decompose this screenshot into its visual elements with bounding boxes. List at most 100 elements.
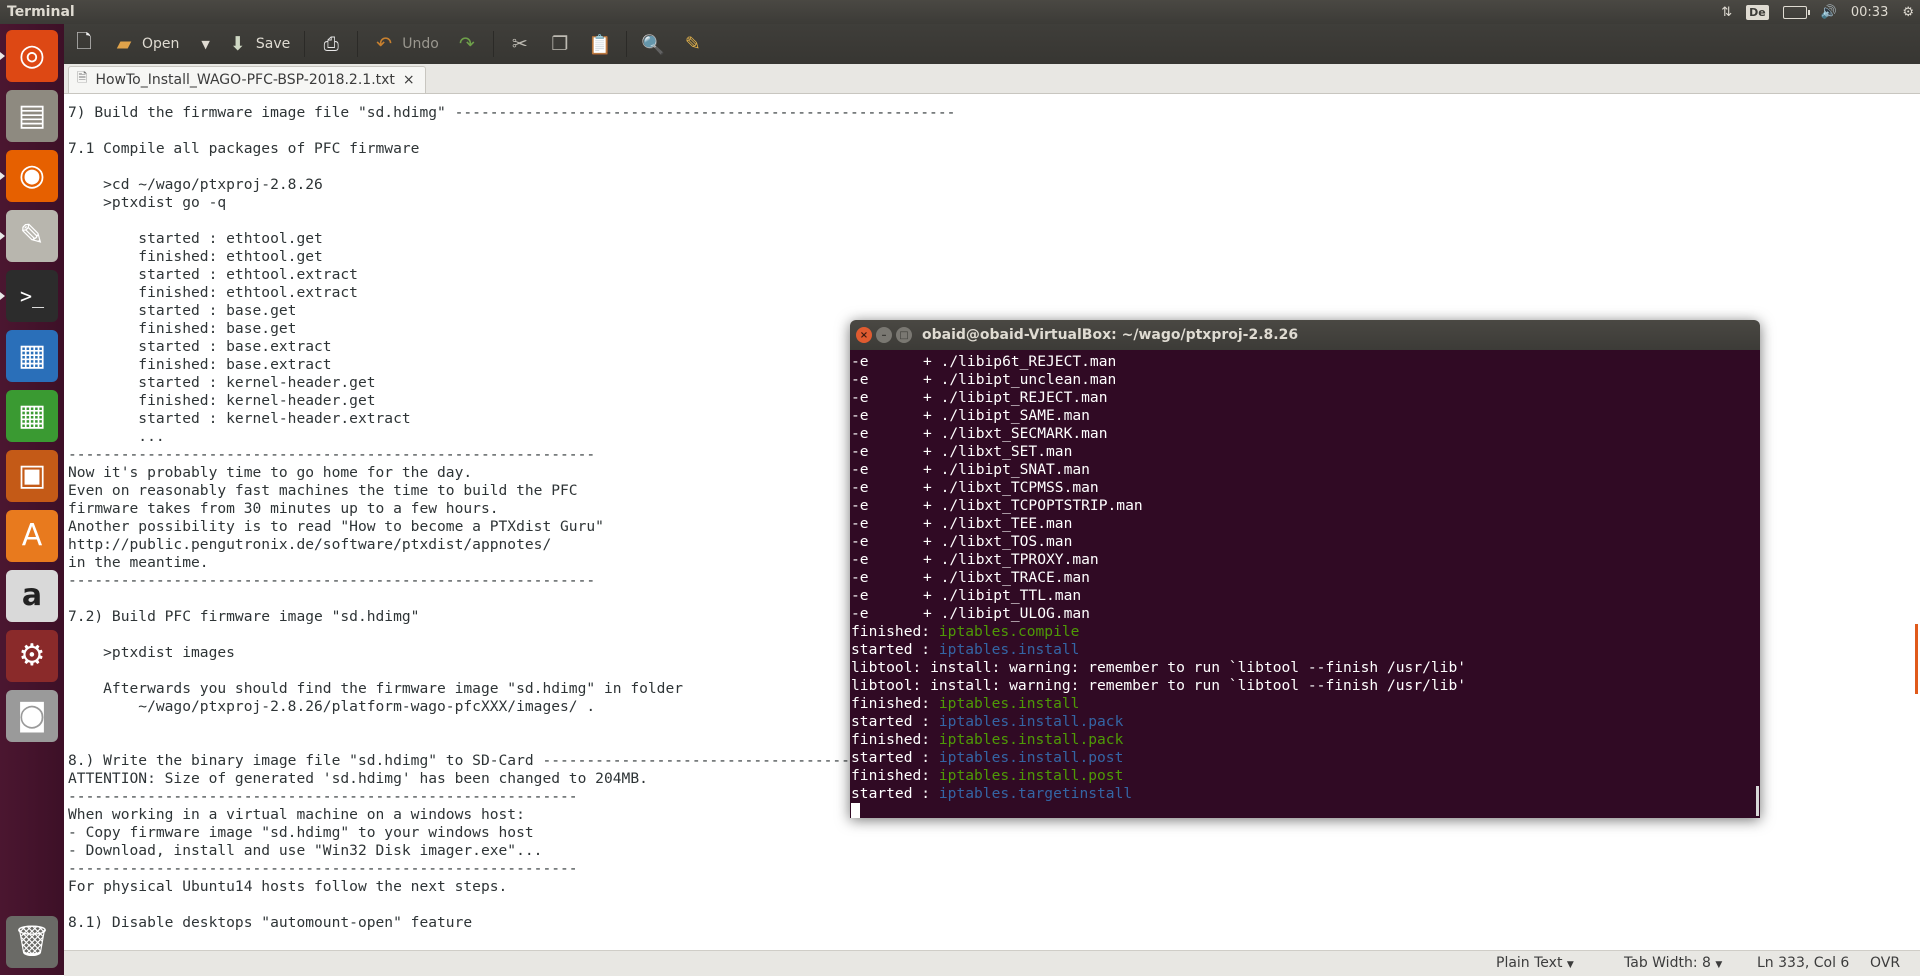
text-editor-icon[interactable]: ✎	[6, 210, 58, 262]
close-icon[interactable]: ×	[856, 327, 872, 343]
firefox-icon[interactable]: ◉	[6, 150, 58, 202]
running-indicator	[0, 232, 5, 240]
document-tabs: 🗎 HowTo_Install_WAGO-PFC-BSP-2018.2.1.tx…	[64, 64, 1920, 94]
terminal-prompt-line[interactable]	[851, 803, 1466, 818]
camera-icon[interactable]: ◙	[6, 690, 58, 742]
text-editor-icon-glyph: ✎	[19, 218, 45, 253]
running-indicator	[0, 172, 5, 180]
ubuntu-dash-icon[interactable]: ◎	[6, 30, 58, 82]
toolbar-separator	[625, 31, 627, 57]
terminal-line: -e + ./libipt_unclean.man	[851, 371, 1466, 389]
terminal-flag: -e	[851, 533, 869, 550]
terminal-flag: -e	[851, 569, 869, 586]
calc-icon[interactable]: ▦	[6, 390, 58, 442]
terminal-flag: -e	[851, 425, 869, 442]
terminal-line: -e + ./libip6t_REJECT.man	[851, 353, 1466, 371]
scrollbar-thumb[interactable]	[1915, 624, 1918, 694]
gear-icon[interactable]: ⚙	[1902, 5, 1914, 20]
redo-button[interactable]: ↷	[447, 28, 487, 60]
terminal-title: obaid@obaid-VirtualBox: ~/wago/ptxproj-2…	[922, 327, 1299, 343]
terminal-file: + ./libxt_TEE.man	[923, 515, 1073, 532]
status-bar: Plain Text ▼ Tab Width: 8 ▼ Ln 333, Col …	[64, 950, 1920, 976]
find-replace-button[interactable]: ✎	[673, 28, 713, 60]
terminal-status-prefix: started :	[851, 785, 939, 802]
terminal-line: -e + ./libipt_SNAT.man	[851, 461, 1466, 479]
terminal-flag: -e	[851, 461, 869, 478]
amazon-icon[interactable]: a	[6, 570, 58, 622]
cut-button[interactable]: ✂	[500, 28, 540, 60]
terminal-line: started : iptables.install.post	[851, 749, 1466, 767]
terminal-status-prefix: started :	[851, 749, 939, 766]
trash-icon[interactable]: 🗑	[6, 916, 58, 968]
terminal-line: finished: iptables.install	[851, 695, 1466, 713]
new-document-button[interactable]: 🗋	[64, 28, 104, 60]
insert-mode[interactable]: OVR	[1870, 955, 1900, 971]
terminal-line: started : iptables.install.pack	[851, 713, 1466, 731]
firefox-icon-glyph: ◉	[18, 158, 46, 193]
syntax-selector[interactable]: Plain Text ▼	[1496, 955, 1574, 971]
terminal-window[interactable]: × – □ obaid@obaid-VirtualBox: ~/wago/ptx…	[850, 320, 1760, 818]
terminal-status-prefix: started :	[851, 641, 939, 658]
folder-icon: ▰	[116, 33, 132, 55]
close-tab-icon[interactable]: ×	[403, 72, 415, 88]
terminal-line: -e + ./libipt_REJECT.man	[851, 389, 1466, 407]
chevron-down-icon: ▼	[1566, 960, 1574, 970]
system-tray: ⇅ De 🔊 00:33 ⚙	[1721, 0, 1914, 24]
terminal-file: + ./libipt_ULOG.man	[923, 605, 1090, 622]
keyboard-layout-indicator[interactable]: De	[1746, 4, 1769, 20]
volume-icon[interactable]: 🔊	[1821, 5, 1837, 20]
terminal-line: -e + ./libipt_SAME.man	[851, 407, 1466, 425]
open-button-label: Open	[142, 36, 180, 52]
terminal-scrollbar[interactable]	[1756, 786, 1759, 816]
save-button[interactable]: ⬇ Save	[218, 28, 298, 60]
terminal-lines: -e + ./libip6t_REJECT.man -e + ./libipt_unc…	[851, 353, 1466, 818]
camera-icon-glyph: ◙	[17, 698, 47, 733]
writer-icon[interactable]: ▦	[6, 330, 58, 382]
terminal-file: + ./libipt_REJECT.man	[923, 389, 1108, 406]
terminal-status-prefix: finished:	[851, 695, 939, 712]
impress-icon[interactable]: ▣	[6, 450, 58, 502]
battery-icon[interactable]	[1782, 5, 1810, 19]
find-button[interactable]: 🔍	[633, 28, 673, 60]
network-icon[interactable]: ⇅	[1721, 5, 1732, 20]
terminal-line: -e + ./libxt_TPROXY.man	[851, 551, 1466, 569]
terminal-file: + ./libxt_TPROXY.man	[923, 551, 1099, 568]
open-button[interactable]: ▰ Open ▼	[104, 28, 218, 60]
impress-icon-glyph: ▣	[17, 458, 47, 493]
undo-button[interactable]: ↶ Undo	[364, 28, 447, 60]
tab-width-selector[interactable]: Tab Width: 8 ▼	[1624, 955, 1722, 971]
document-tab-label: HowTo_Install_WAGO-PFC-BSP-2018.2.1.txt	[95, 72, 395, 88]
terminal-status-target: iptables.targetinstall	[938, 785, 1133, 802]
terminal-flag: -e	[851, 587, 869, 604]
files-icon[interactable]: ▤	[6, 90, 58, 142]
software-center-icon-glyph: A	[21, 518, 43, 553]
terminal-file: + ./libxt_TCPOPTSTRIP.man	[923, 497, 1143, 514]
terminal-output[interactable]: -e + ./libip6t_REJECT.man -e + ./libipt_unc…	[850, 350, 1760, 818]
paste-button[interactable]: 📋	[580, 28, 620, 60]
copy-button[interactable]: ❐	[540, 28, 580, 60]
document-tab[interactable]: 🗎 HowTo_Install_WAGO-PFC-BSP-2018.2.1.tx…	[68, 66, 426, 93]
save-button-label: Save	[255, 36, 291, 52]
trash-icon-glyph: 🗑	[12, 924, 52, 959]
terminal-icon[interactable]: >_	[6, 270, 58, 322]
terminal-line: finished: iptables.install.pack	[851, 731, 1466, 749]
maximize-icon[interactable]: □	[896, 327, 912, 343]
terminal-file: + ./libip6t_REJECT.man	[923, 353, 1117, 370]
cursor-position: Ln 333, Col 6	[1757, 955, 1850, 971]
minimize-icon[interactable]: –	[876, 327, 892, 343]
terminal-flag: -e	[851, 551, 869, 568]
print-button[interactable]: ⎙	[311, 28, 351, 60]
ubuntu-dash-icon-glyph: ◎	[18, 38, 46, 73]
terminal-flag: -e	[851, 353, 869, 370]
chevron-down-icon[interactable]: ▼	[201, 38, 209, 51]
terminal-flag: -e	[851, 389, 869, 406]
system-settings-icon[interactable]: ⚙	[6, 630, 58, 682]
software-center-icon[interactable]: A	[6, 510, 58, 562]
terminal-status-prefix: finished:	[851, 623, 939, 640]
terminal-titlebar[interactable]: × – □ obaid@obaid-VirtualBox: ~/wago/ptx…	[850, 320, 1760, 350]
terminal-status-target: iptables.install.pack	[938, 731, 1124, 748]
files-icon-glyph: ▤	[17, 98, 47, 133]
terminal-file: + ./libipt_SAME.man	[923, 407, 1090, 424]
terminal-flag: -e	[851, 371, 869, 388]
clock[interactable]: 00:33	[1851, 5, 1888, 20]
